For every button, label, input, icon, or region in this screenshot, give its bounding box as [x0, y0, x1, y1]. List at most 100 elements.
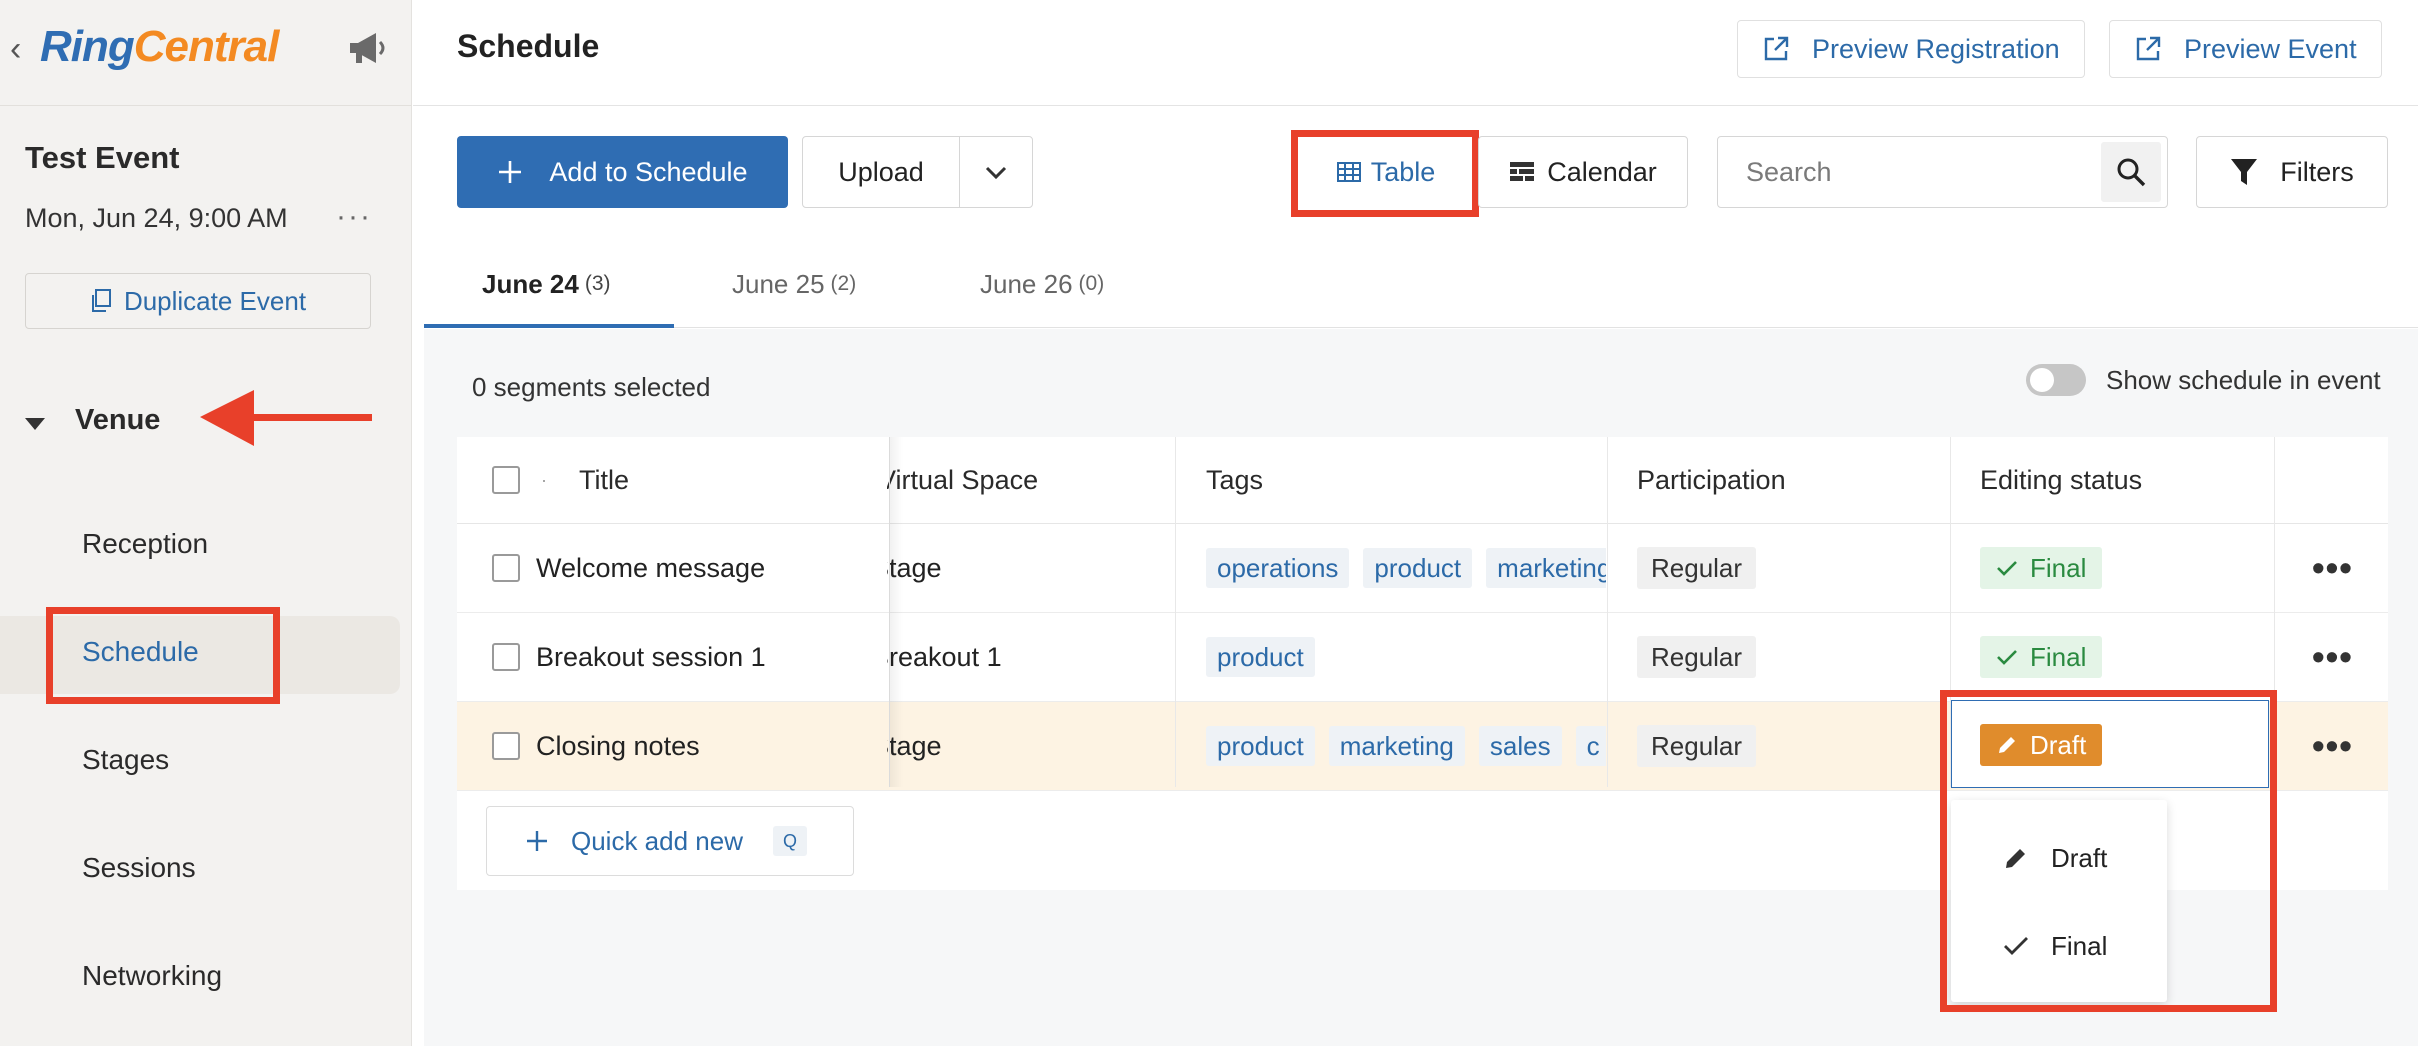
upload-button[interactable]: Upload	[803, 137, 960, 207]
plus-icon	[499, 161, 522, 183]
active-tab-underline	[424, 324, 674, 328]
column-header-participation[interactable]: Participation	[1637, 437, 1786, 523]
shortcut-badge: Q	[772, 826, 807, 856]
duplicate-event-button[interactable]: Duplicate Event	[25, 273, 371, 329]
row-title: Welcome message	[536, 552, 766, 583]
sidebar-item-sessions[interactable]: Sessions	[82, 852, 196, 884]
status-label: Final	[2030, 552, 2087, 583]
participation-badge: Regular	[1637, 725, 1757, 767]
show-schedule-toggle[interactable]	[2026, 364, 2086, 396]
column-header-virtual-space-label: Virtual Space	[887, 464, 1039, 495]
top-header: Schedule Preview Registration Preview Ev…	[413, 0, 2418, 106]
venue-section-toggle[interactable]: Venue	[25, 404, 160, 437]
venue-label: Venue	[75, 404, 161, 436]
tab-count: (0)	[1078, 272, 1105, 295]
preview-event-button[interactable]: Preview Event	[2109, 20, 2382, 78]
row-virtual-space-label: Breakout 1	[887, 641, 1002, 672]
calendar-icon	[1510, 162, 1535, 181]
show-schedule-label: Show schedule in event	[2106, 365, 2381, 395]
row-tags: product	[1206, 613, 1329, 701]
column-header-virtual-space[interactable]: Virtual Space	[887, 437, 1187, 523]
row-participation: Regular	[1637, 613, 1757, 701]
quick-add-new-button[interactable]: Quick add new Q	[486, 806, 854, 876]
tab-label: June 26	[980, 268, 1073, 299]
upload-dropdown-button[interactable]	[960, 137, 1032, 207]
tab-june-25[interactable]: June 25 (2)	[732, 240, 856, 328]
column-divider	[1607, 437, 1608, 787]
row-title: Closing notes	[536, 730, 700, 761]
column-header-tags[interactable]: Tags	[1206, 437, 1263, 523]
tab-count: (2)	[830, 272, 857, 295]
tag: sales	[1478, 726, 1562, 766]
preview-registration-button[interactable]: Preview Registration	[1737, 20, 2085, 78]
participation-badge: Regular	[1637, 547, 1757, 589]
chevron-down-icon	[985, 166, 1007, 180]
column-header-title[interactable]: Title	[579, 437, 629, 523]
preview-event-label: Preview Event	[2184, 33, 2357, 64]
row-participation: Regular	[1637, 524, 1757, 612]
check-icon	[1997, 650, 2017, 665]
tag: operations	[1206, 548, 1350, 588]
search-input[interactable]	[1718, 156, 2101, 188]
ringcentral-logo: RingCentral	[40, 22, 279, 71]
sidebar-item-reception[interactable]: Reception	[82, 528, 208, 560]
column-divider	[1175, 437, 1176, 787]
event-more-icon[interactable]: ···	[336, 200, 372, 234]
search-icon	[2117, 158, 2146, 187]
row-more-button[interactable]: •••	[2312, 702, 2353, 790]
page-title: Schedule	[457, 28, 600, 64]
tab-label: June 25	[732, 268, 825, 299]
add-to-schedule-label: Add to Schedule	[549, 156, 748, 187]
tab-count: (3)	[584, 272, 611, 295]
status-highlight-annotation	[1940, 690, 2277, 1012]
add-to-schedule-button[interactable]: Add to Schedule	[457, 136, 788, 208]
table-highlight-annotation	[1291, 130, 1479, 217]
back-chevron-icon[interactable]: ‹	[10, 30, 21, 69]
tab-june-26[interactable]: June 26 (0)	[980, 240, 1104, 328]
status-badge-final: Final	[1980, 547, 2103, 589]
sidebar-item-stages[interactable]: Stages	[82, 744, 169, 776]
sidebar: ‹ RingCentral Test Event Mon, Jun 24, 9:…	[0, 0, 412, 1046]
plus-icon	[527, 831, 547, 851]
row-more-button[interactable]: •••	[2312, 524, 2353, 612]
filters-button[interactable]: Filters	[2196, 136, 2388, 208]
row-editing-status[interactable]: Final	[1980, 613, 2103, 701]
segments-selected-count: 0 segments selected	[472, 372, 711, 402]
row-tags: product marketing sales c	[1206, 702, 1606, 790]
date-tabs: June 24 (3) June 25 (2) June 26 (0)	[424, 240, 2418, 328]
schedule-highlight-annotation	[46, 607, 280, 704]
status-badge-final: Final	[1980, 636, 2103, 678]
quick-add-label: Quick add new	[571, 825, 743, 856]
copy-icon	[91, 289, 111, 312]
tab-june-24[interactable]: June 24 (3)	[482, 240, 611, 328]
sidebar-item-networking[interactable]: Networking	[82, 960, 222, 992]
external-link-icon	[1764, 36, 1789, 61]
row-participation: Regular	[1637, 702, 1757, 790]
row-checkbox[interactable]	[492, 613, 520, 701]
search-box	[1717, 136, 2168, 208]
tag: product	[1206, 726, 1315, 766]
sort-handle-icon: ·	[541, 469, 547, 490]
caret-down-icon	[25, 417, 45, 430]
check-icon	[1997, 561, 2017, 576]
column-header-editing-status[interactable]: Editing status	[1980, 437, 2142, 523]
view-calendar-button[interactable]: Calendar	[1478, 136, 1688, 208]
tag: marketing	[1486, 548, 1606, 588]
row-checkbox[interactable]	[492, 524, 520, 612]
row-virtual-space: Stage	[887, 524, 1187, 612]
select-all-checkbox[interactable]	[492, 437, 520, 523]
table-row[interactable]: Breakout session 1 Breakout 1 product Re…	[457, 613, 2388, 702]
tag: c	[1575, 726, 1606, 766]
tag: product	[1363, 548, 1473, 588]
brand-row: ‹ RingCentral	[0, 0, 412, 106]
red-arrow-annotation	[200, 390, 372, 446]
sticky-column-shadow	[889, 437, 903, 787]
row-checkbox[interactable]	[492, 702, 520, 790]
megaphone-icon[interactable]	[346, 30, 390, 66]
table-row[interactable]: Welcome message Stage operations product…	[457, 524, 2388, 613]
upload-button-group: Upload	[802, 136, 1033, 208]
row-editing-status[interactable]: Final	[1980, 524, 2103, 612]
search-button[interactable]	[2101, 142, 2161, 202]
row-more-button[interactable]: •••	[2312, 613, 2353, 701]
tag: product	[1206, 637, 1315, 677]
